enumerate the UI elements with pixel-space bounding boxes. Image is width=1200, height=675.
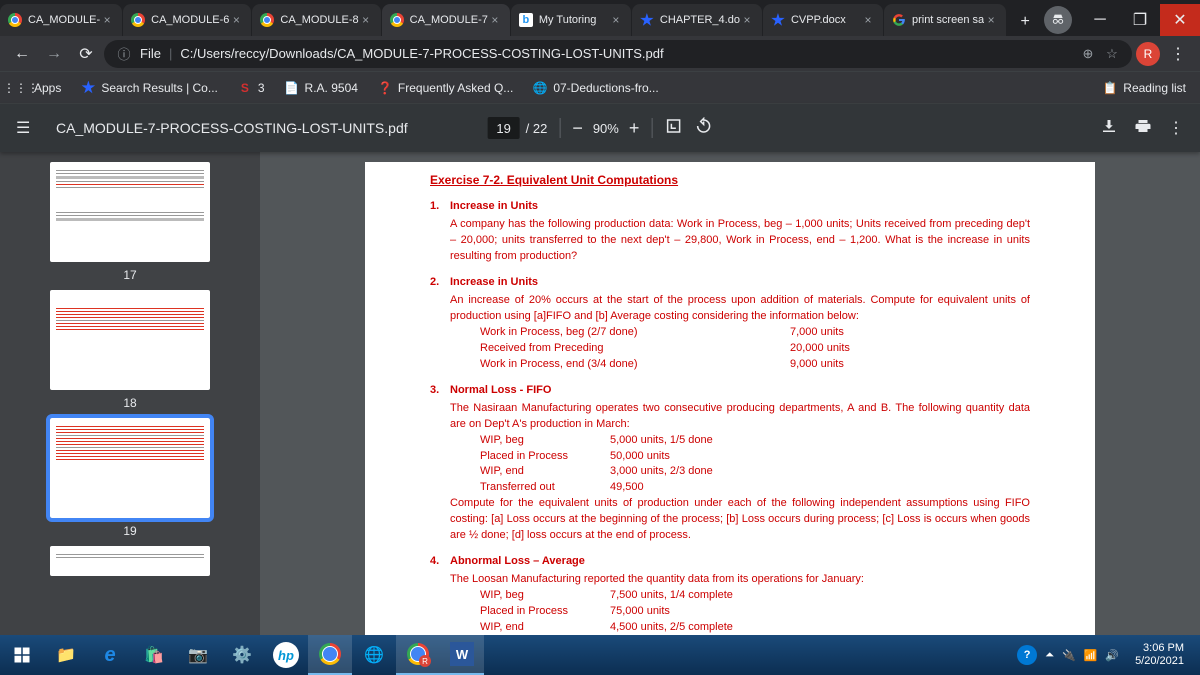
minimize-button[interactable]: ─ (1080, 4, 1120, 36)
omnibox[interactable]: ⓘ File | C:/Users/reccy/Downloads/CA_MOD… (104, 40, 1132, 68)
back-button[interactable]: ← (8, 40, 36, 68)
chrome-taskbar-icon[interactable] (308, 635, 352, 675)
exercise-title: Exercise 7-2. Equivalent Unit Computatio… (430, 172, 1030, 189)
thumbnail-17[interactable]: 17 (50, 162, 210, 282)
close-icon[interactable]: × (229, 13, 243, 27)
pdf-page: Exercise 7-2. Equivalent Unit Computatio… (365, 162, 1095, 635)
bookmark-item[interactable]: Search Results | Co... (75, 75, 224, 101)
tab-4-active[interactable]: CA_MODULE-7× (382, 4, 510, 36)
incognito-icon[interactable] (1044, 6, 1072, 34)
tab-1[interactable]: CA_MODULE-× (0, 4, 122, 36)
battery-icon[interactable]: 🔌 (1062, 649, 1076, 662)
chrome-icon (390, 13, 404, 27)
more-icon[interactable]: ⋮ (1168, 118, 1184, 138)
pdf-toolbar: ☰ CA_MODULE-7-PROCESS-COSTING-LOST-UNITS… (0, 104, 1200, 152)
bookmark-item[interactable]: 🌐07-Deductions-fro... (527, 75, 664, 101)
star-icon (640, 13, 654, 27)
tray-chevron-icon[interactable]: ⏶ (1045, 649, 1054, 662)
chrome-canary-icon[interactable]: R (396, 635, 440, 675)
store-icon[interactable]: 🛍️ (132, 635, 176, 675)
close-icon[interactable]: × (609, 13, 623, 27)
browser-titlebar: CA_MODULE-× CA_MODULE-6× CA_MODULE-8× CA… (0, 0, 1200, 36)
tab-8[interactable]: print screen sa× (884, 4, 1006, 36)
word-icon[interactable]: W (440, 635, 484, 675)
tab-6[interactable]: CHAPTER_4.do× (632, 4, 762, 36)
close-icon[interactable]: × (740, 13, 754, 27)
fit-page-icon[interactable] (664, 117, 682, 140)
ie-icon[interactable]: e (88, 635, 132, 675)
url-text: C:/Users/reccy/Downloads/CA_MODULE-7-PRO… (180, 46, 1072, 61)
bookmarks-bar: ⋮⋮⋮Apps Search Results | Co... S3 📄R.A. … (0, 72, 1200, 104)
reload-button[interactable]: ⟳ (72, 40, 100, 68)
chrome-icon (260, 13, 274, 27)
tab-2[interactable]: CA_MODULE-6× (123, 4, 251, 36)
volume-icon[interactable]: 🔊 (1105, 649, 1119, 662)
help-icon[interactable]: ? (1017, 645, 1037, 665)
bookmark-item[interactable]: 📄R.A. 9504 (279, 75, 364, 101)
globe-icon: 🌐 (533, 81, 547, 95)
zoom-level: 90% (593, 121, 619, 136)
zoom-in-button[interactable]: + (629, 118, 640, 139)
tab-3[interactable]: CA_MODULE-8× (252, 4, 380, 36)
download-icon[interactable] (1100, 117, 1118, 140)
thumbnail-sidebar[interactable]: 17 18 19 (0, 152, 260, 635)
menu-button[interactable]: ⋮ (1164, 40, 1192, 68)
tab-5[interactable]: bMy Tutoring× (511, 4, 631, 36)
clock[interactable]: 3:06 PM 5/20/2021 (1127, 642, 1192, 668)
maximize-button[interactable]: ❐ (1120, 4, 1160, 36)
apps-button[interactable]: ⋮⋮⋮Apps (8, 75, 67, 101)
page-indicator: / 22 (488, 117, 548, 139)
thumbnail-18[interactable]: 18 (50, 290, 210, 410)
bookmark-item[interactable]: S3 (232, 75, 271, 101)
reading-list-button[interactable]: 📋Reading list (1097, 75, 1192, 101)
bookmark-item[interactable]: ❓Frequently Asked Q... (372, 75, 519, 101)
thumbnail-20[interactable] (50, 546, 210, 576)
s-icon: S (238, 81, 252, 95)
star-icon (81, 81, 95, 95)
pdf-page-view[interactable]: Exercise 7-2. Equivalent Unit Computatio… (260, 152, 1200, 635)
b-icon: b (519, 13, 533, 27)
close-icon[interactable]: × (861, 13, 875, 27)
close-icon[interactable]: × (488, 13, 502, 27)
info-icon[interactable]: ⓘ (116, 46, 132, 62)
close-icon[interactable]: × (359, 13, 373, 27)
find-in-page-icon[interactable]: ⊕ (1080, 46, 1096, 62)
file-label: File (140, 46, 161, 61)
hamburger-icon[interactable]: ☰ (16, 118, 40, 138)
star-icon (771, 13, 785, 27)
doc-icon: 📄 (285, 81, 299, 95)
window-close-button[interactable]: ✕ (1160, 4, 1200, 36)
list-icon: 📋 (1103, 81, 1117, 95)
close-icon[interactable]: × (100, 13, 114, 27)
pdf-content-area: 17 18 19 Exercise 7-2. Equivalent Unit C… (0, 152, 1200, 635)
address-bar: ← → ⟳ ⓘ File | C:/Users/reccy/Downloads/… (0, 36, 1200, 72)
pdf-filename: CA_MODULE-7-PROCESS-COSTING-LOST-UNITS.p… (56, 120, 408, 136)
page-input[interactable] (488, 117, 520, 139)
close-icon[interactable]: × (984, 13, 998, 27)
thumbnail-19-selected[interactable]: 19 (50, 418, 210, 538)
settings-icon[interactable]: ⚙️ (220, 635, 264, 675)
print-icon[interactable] (1134, 117, 1152, 140)
faq-icon: ❓ (378, 81, 392, 95)
start-button[interactable] (0, 635, 44, 675)
edge-icon[interactable]: 🌐 (352, 635, 396, 675)
system-tray: ? ⏶ 🔌 📶 🔊 3:06 PM 5/20/2021 (1009, 642, 1200, 668)
rotate-icon[interactable] (694, 117, 712, 140)
apps-icon: ⋮⋮⋮ (14, 81, 28, 95)
new-tab-button[interactable]: + (1011, 8, 1039, 36)
network-icon[interactable]: 📶 (1084, 649, 1098, 662)
forward-button[interactable]: → (40, 40, 68, 68)
camera-icon[interactable]: 📷 (176, 635, 220, 675)
tab-7[interactable]: CVPP.docx× (763, 4, 883, 36)
chrome-icon (8, 13, 22, 27)
google-icon (892, 13, 906, 27)
hp-icon[interactable]: hp (264, 635, 308, 675)
bookmark-star-icon[interactable]: ☆ (1104, 46, 1120, 62)
file-explorer-icon[interactable]: 📁 (44, 635, 88, 675)
zoom-out-button[interactable]: − (572, 118, 583, 139)
profile-avatar[interactable]: R (1136, 42, 1160, 66)
chrome-icon (131, 13, 145, 27)
windows-taskbar: 📁 e 🛍️ 📷 ⚙️ hp 🌐 R W ? ⏶ 🔌 📶 🔊 3:06 PM 5… (0, 635, 1200, 675)
